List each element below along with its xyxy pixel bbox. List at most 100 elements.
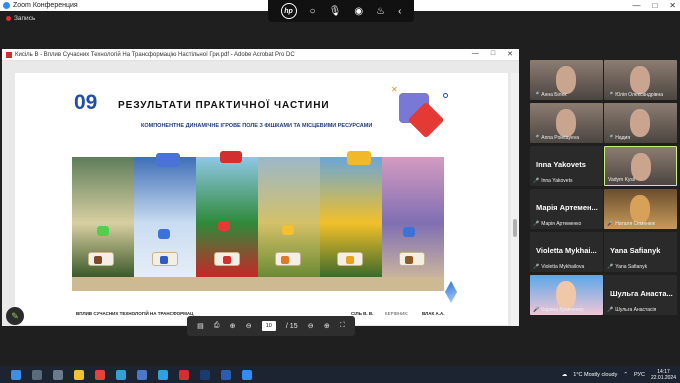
acrobat-close-button[interactable]: ✕	[507, 50, 513, 58]
maximize-button[interactable]: □	[652, 1, 657, 10]
window-controls: — □ ✕	[632, 0, 676, 11]
red-cluster-icon	[220, 151, 242, 163]
mic-muted-icon: 🎤	[533, 221, 540, 227]
green-piece-icon	[97, 226, 109, 236]
participant-display-name: Yana Safianyk	[610, 246, 661, 255]
save-icon[interactable]: ▤	[197, 322, 204, 330]
recording-label: Запись	[14, 14, 36, 22]
weather-text[interactable]: 1°C Mostly cloudy	[573, 372, 617, 378]
zoom-out-icon[interactable]: ⊖	[308, 322, 314, 330]
prev-page-icon[interactable]: ⊕	[230, 322, 236, 330]
file-explorer-icon[interactable]	[74, 369, 84, 380]
blue-piece-icon	[403, 227, 415, 237]
participant-tile-active-speaker[interactable]: Vadym Kysil	[604, 146, 677, 186]
pdf-page-toolbar: ▤ ⎙ ⊕ ⊖ 10 / 15 ⊖ ⊕ ⛶	[187, 316, 355, 336]
participant-name: 🎤 Violetta Mykhailova	[533, 264, 585, 270]
participant-tile[interactable]: Violetta Mykhai... 🎤 Violetta Mykhailova	[530, 232, 603, 272]
edit-pen-button[interactable]: ✎	[6, 307, 24, 325]
close-button[interactable]: ✕	[669, 1, 676, 10]
participant-display-name: Inna Yakovets	[536, 160, 586, 169]
windows-taskbar: ☁ 1°C Mostly cloudy ⌃ РУС 14:17 22.01.20…	[0, 366, 680, 383]
scrollbar-thumb[interactable]	[513, 219, 517, 237]
participant-name: 🎤 Марія Артеменко	[533, 221, 582, 227]
slide-number: 09	[74, 91, 98, 114]
zoom-in-icon[interactable]: ⊕	[324, 322, 330, 330]
mic-muted-icon: 🎤	[607, 221, 614, 227]
language-indicator[interactable]: РУС	[634, 372, 645, 378]
participant-name: 🎤 Надия	[607, 135, 631, 141]
zoom-logo-icon	[3, 2, 10, 9]
acrobat-minimize-button[interactable]: —	[472, 50, 479, 58]
camera-icon[interactable]: ○	[310, 6, 316, 17]
mic-muted-icon: 🎤	[533, 92, 540, 98]
participant-video	[556, 281, 576, 309]
mic-muted-icon: 🎤	[533, 307, 540, 313]
mic-muted-icon: 🎤	[533, 135, 540, 141]
acrobat-icon	[6, 51, 12, 58]
acrobat-icon[interactable]	[179, 369, 189, 380]
participant-video	[556, 109, 576, 137]
task-view-icon[interactable]	[53, 369, 63, 380]
vertical-scrollbar[interactable]	[511, 73, 519, 326]
panel-base	[72, 277, 444, 291]
clock[interactable]: 14:17 22.01.2024	[651, 369, 676, 381]
collapse-chevron-icon[interactable]: ‹	[398, 6, 401, 17]
zoom-app-icon[interactable]	[242, 369, 252, 380]
search-icon[interactable]	[32, 369, 42, 380]
photoshop-icon[interactable]	[200, 369, 210, 380]
participant-tile[interactable]: Yana Safianyk 🎤 Yana Safianyk	[604, 232, 677, 272]
footer-supervisor-name: ВЛАК А.А.	[422, 311, 445, 316]
start-icon[interactable]	[11, 369, 21, 380]
chrome-icon[interactable]	[95, 369, 105, 380]
participant-video	[630, 109, 650, 137]
mic-muted-icon: 🎤	[533, 178, 540, 184]
record-dot-icon	[6, 15, 11, 21]
print-icon[interactable]: ⎙	[214, 322, 220, 330]
participant-tile[interactable]: 🎤 Анна Білек	[530, 60, 603, 100]
participant-tile[interactable]: 🎤 Юлія Олександрівна	[604, 60, 677, 100]
system-tray: ☁ 1°C Mostly cloudy ⌃ РУС 14:17 22.01.20…	[562, 366, 676, 383]
participant-name: 🎤 Шульга Анастасія	[607, 307, 657, 313]
slide-subtitle: КОМПОНЕНТНЕ ДИНАМІЧНЕ ІГРОВЕ ПОЛЕ З ФІШК…	[141, 123, 373, 129]
hp-logo-icon: hp	[280, 3, 297, 19]
participant-tile[interactable]: Марія Артемен... 🎤 Марія Артеменко	[530, 189, 603, 229]
participant-tile[interactable]: Шульга Анаста... 🎤 Шульга Анастасія	[604, 275, 677, 315]
page-number-input[interactable]: 10	[261, 321, 276, 331]
participant-tile[interactable]: 🎤 Наталя Семенюк	[604, 189, 677, 229]
participant-tile[interactable]: 🎤 Надия	[604, 103, 677, 143]
next-page-icon[interactable]: ⊖	[246, 322, 252, 330]
edge-icon[interactable]	[116, 369, 126, 380]
tray-chevron-icon[interactable]: ⌃	[623, 372, 628, 378]
fit-page-icon[interactable]: ⛶	[340, 322, 345, 330]
microphone-icon[interactable]: 🎙	[329, 6, 342, 17]
word-icon[interactable]	[221, 369, 231, 380]
crystal-icon	[445, 281, 457, 303]
record-icon[interactable]: ◉	[354, 6, 363, 17]
participant-tile[interactable]: 🎤 Карина Кравченко	[530, 275, 603, 315]
decor-circle-icon	[443, 93, 448, 98]
minimize-button[interactable]: —	[632, 1, 640, 10]
mic-muted-icon: 🎤	[607, 307, 614, 313]
acrobat-maximize-button[interactable]: □	[491, 50, 495, 58]
participant-tile[interactable]: Inna Yakovets 🎤 Inna Yakovets	[530, 146, 603, 186]
decor-star-icon: ✕	[391, 85, 398, 94]
mic-muted-icon: 🎤	[607, 264, 614, 270]
telegram-icon[interactable]	[158, 369, 168, 380]
participant-gallery: 🎤 Анна Білек 🎤 Юлія Олександрівна 🎤 Anna Po…	[528, 58, 678, 318]
participant-display-name: Шульга Анаста...	[610, 289, 673, 298]
slide-title: РЕЗУЛЬТАТИ ПРАКТИЧНОЇ ЧАСТИНИ	[118, 100, 330, 111]
participant-video	[630, 195, 650, 223]
resource-chip-icon	[281, 256, 289, 264]
participant-display-name: Violetta Mykhai...	[536, 246, 597, 255]
noise-cancel-icon[interactable]: ♨	[376, 6, 385, 17]
acrobat-document-area: 09 РЕЗУЛЬТАТИ ПРАКТИЧНОЇ ЧАСТИНИ КОМПОНЕ…	[2, 61, 519, 336]
mic-muted-icon: 🎤	[607, 92, 614, 98]
participant-video	[556, 66, 576, 94]
store-icon[interactable]	[137, 369, 147, 380]
zoom-window-title: Zoom Конференция	[13, 2, 78, 9]
participant-tile[interactable]: 🎤 Anna Poletayeva	[530, 103, 603, 143]
participant-video	[630, 66, 650, 94]
red-piece-icon	[218, 221, 230, 231]
weather-icon[interactable]: ☁	[562, 372, 568, 378]
resource-chip-icon	[94, 256, 102, 264]
